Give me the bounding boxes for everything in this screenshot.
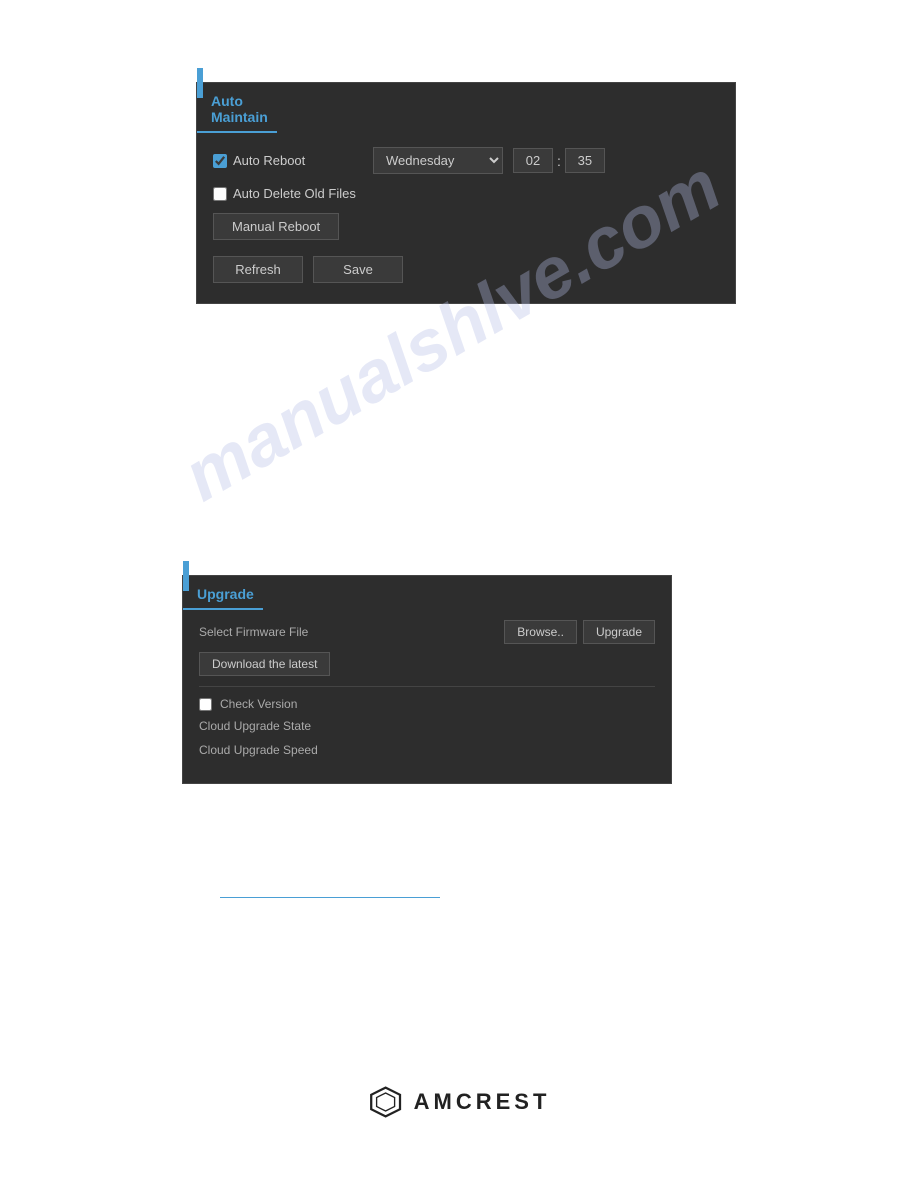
- minute-input[interactable]: [565, 148, 605, 173]
- manual-reboot-row: Manual Reboot: [213, 213, 719, 240]
- amcrest-logo-icon: [368, 1084, 404, 1120]
- cloud-speed-row: Cloud Upgrade Speed: [199, 743, 655, 757]
- browse-button[interactable]: Browse..: [504, 620, 577, 644]
- auto-reboot-checkbox[interactable]: [213, 154, 227, 168]
- amcrest-logo: AMCREST: [368, 1084, 551, 1120]
- firmware-label: Select Firmware File: [199, 625, 329, 639]
- check-version-row: Check Version: [199, 697, 655, 711]
- save-button[interactable]: Save: [313, 256, 403, 283]
- cloud-state-row: Cloud Upgrade State: [199, 719, 655, 733]
- auto-delete-checkbox[interactable]: [213, 187, 227, 201]
- auto-reboot-label[interactable]: Auto Reboot: [213, 153, 373, 168]
- upgrade-button[interactable]: Upgrade: [583, 620, 655, 644]
- manual-reboot-button[interactable]: Manual Reboot: [213, 213, 339, 240]
- auto-delete-row: Auto Delete Old Files: [213, 186, 719, 201]
- blue-accent-bar: [197, 68, 203, 98]
- upgrade-title: Upgrade: [183, 576, 263, 610]
- firmware-buttons: Browse.. Upgrade: [504, 620, 655, 644]
- firmware-row: Select Firmware File Browse.. Upgrade: [199, 620, 655, 644]
- refresh-button[interactable]: Refresh: [213, 256, 303, 283]
- upgrade-panel: Upgrade Select Firmware File Browse.. Up…: [182, 575, 672, 784]
- day-select[interactable]: Sunday Monday Tuesday Wednesday Thursday…: [373, 147, 503, 174]
- auto-maintain-content: Auto Reboot Sunday Monday Tuesday Wednes…: [197, 133, 735, 303]
- auto-reboot-row: Auto Reboot Sunday Monday Tuesday Wednes…: [213, 147, 719, 174]
- check-version-label: Check Version: [220, 697, 350, 711]
- download-latest-row: Download the latest: [199, 652, 655, 676]
- check-version-checkbox[interactable]: [199, 698, 212, 711]
- upgrade-content: Select Firmware File Browse.. Upgrade Do…: [183, 610, 671, 783]
- auto-maintain-panel: Auto Maintain Auto Reboot Sunday Monday …: [196, 82, 736, 304]
- bottom-buttons-row: Refresh Save: [213, 256, 719, 283]
- auto-maintain-title: Auto Maintain: [197, 83, 277, 133]
- blue-accent-bar-upgrade: [183, 561, 189, 591]
- cloud-speed-label: Cloud Upgrade Speed: [199, 743, 329, 757]
- time-separator: :: [557, 153, 561, 169]
- hour-input[interactable]: [513, 148, 553, 173]
- amcrest-logo-text: AMCREST: [414, 1089, 551, 1115]
- auto-delete-label[interactable]: Auto Delete Old Files: [213, 186, 373, 201]
- cloud-state-label: Cloud Upgrade State: [199, 719, 329, 733]
- divider: [199, 686, 655, 687]
- bottom-divider-line: [220, 897, 440, 898]
- download-latest-button[interactable]: Download the latest: [199, 652, 330, 676]
